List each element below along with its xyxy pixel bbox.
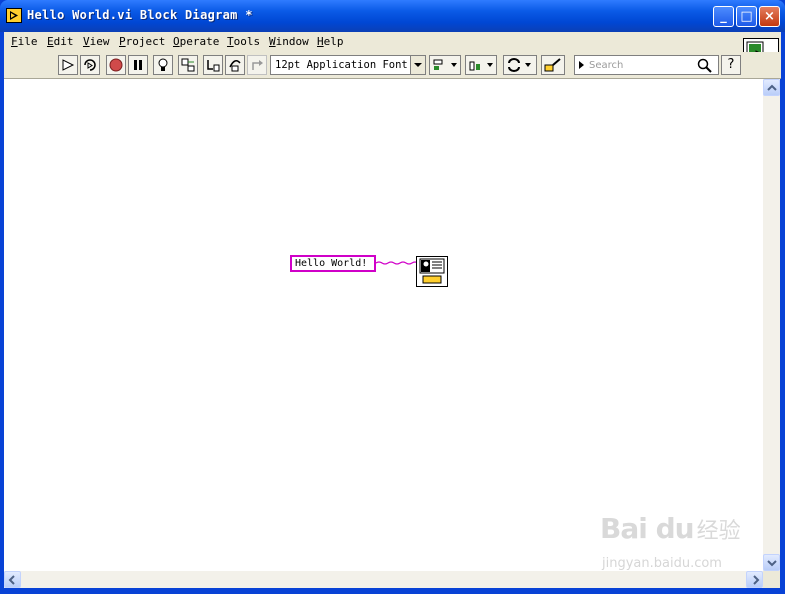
close-icon: ×	[764, 9, 775, 24]
vertical-scrollbar[interactable]	[763, 79, 780, 571]
menu-tools[interactable]: Tools	[227, 35, 260, 48]
step-into-button[interactable]	[203, 55, 223, 75]
chevron-down-icon	[410, 56, 425, 74]
window-title: Hello World.vi Block Diagram *	[27, 8, 253, 22]
menu-bar: File Edit View Project Operate Tools Win…	[4, 32, 781, 52]
one-button-dialog-node[interactable]	[416, 256, 448, 287]
text-settings-dropdown[interactable]: 12pt Application Font	[270, 55, 426, 75]
maximize-icon: □	[740, 9, 753, 24]
string-constant[interactable]: Hello World!	[290, 255, 376, 272]
distribute-objects-button[interactable]	[465, 55, 497, 75]
watermark-logo: Bai du	[600, 512, 695, 545]
maximize-button[interactable]: □	[736, 6, 757, 27]
labview-window: Hello World.vi Block Diagram * _ □ × Fil…	[0, 0, 785, 594]
context-help-button[interactable]: ?	[721, 55, 741, 75]
scrollbar-corner	[763, 571, 780, 588]
run-button[interactable]	[58, 55, 78, 75]
pause-button[interactable]	[128, 55, 148, 75]
minimize-icon: _	[720, 9, 727, 24]
font-select-value: 12pt Application Font	[275, 59, 408, 71]
block-diagram-canvas[interactable]: Bai du 经验 jingyan.baidu.com	[4, 79, 763, 571]
labview-app-icon	[6, 8, 22, 23]
step-over-button[interactable]	[225, 55, 245, 75]
watermark-url: jingyan.baidu.com	[602, 556, 722, 571]
title-bar[interactable]: Hello World.vi Block Diagram * _ □ ×	[0, 0, 785, 32]
scroll-right-button[interactable]	[746, 571, 763, 588]
retain-wire-values-button[interactable]	[178, 55, 198, 75]
menu-operate[interactable]: Operate	[173, 35, 219, 48]
watermark-cn: 经验	[696, 519, 741, 544]
clean-up-diagram-button[interactable]	[541, 55, 565, 75]
abort-button[interactable]	[106, 55, 126, 75]
align-objects-button[interactable]	[429, 55, 461, 75]
menu-help[interactable]: Help	[317, 35, 344, 48]
menu-view[interactable]: View	[83, 35, 110, 48]
search-field[interactable]	[574, 55, 719, 75]
menu-file[interactable]: File	[11, 35, 38, 48]
minimize-button[interactable]: _	[713, 6, 734, 27]
scroll-up-button[interactable]	[763, 79, 780, 96]
highlight-execution-button[interactable]	[153, 55, 173, 75]
horizontal-scrollbar[interactable]	[4, 571, 763, 588]
close-button[interactable]: ×	[759, 6, 780, 27]
reorder-button[interactable]	[503, 55, 537, 75]
menu-edit[interactable]: Edit	[47, 35, 74, 48]
search-input[interactable]	[589, 57, 689, 73]
string-wire[interactable]	[376, 258, 418, 268]
scroll-left-button[interactable]	[4, 571, 21, 588]
menu-project[interactable]: Project	[119, 35, 165, 48]
scroll-down-button[interactable]	[763, 554, 780, 571]
baidu-watermark: Bai du 经验	[600, 512, 741, 545]
menu-window[interactable]: Window	[269, 35, 309, 48]
help-icon: ?	[727, 57, 735, 72]
step-out-button	[247, 55, 267, 75]
run-continuously-button[interactable]	[80, 55, 100, 75]
toolbar: 12pt Application Font ?	[4, 52, 781, 79]
